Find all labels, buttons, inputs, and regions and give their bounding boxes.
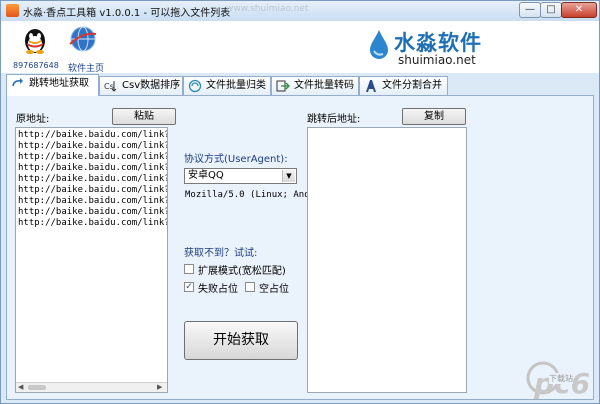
tab-file-transcode[interactable]: 文件批量转码 (271, 76, 359, 95)
fail-placeholder-label: 失败占位 (198, 284, 238, 295)
url-line: http://baike.baidu.com/link?url (18, 185, 167, 195)
source-address-label: 原地址: (16, 114, 50, 125)
url-line: http://baike.baidu.com/link?url (18, 152, 167, 162)
fail-placeholder-checkbox[interactable]: ✓ (184, 282, 194, 292)
fallback-label: 获取不到？试试: (184, 248, 258, 259)
tab-label: 文件批量归类 (206, 80, 266, 91)
minimize-button[interactable]: — (519, 2, 541, 18)
brand-url: shuimiao.net (398, 53, 476, 67)
scroll-thumb[interactable] (28, 385, 46, 390)
tab-label: Csv数据排序 (122, 80, 181, 91)
url-line: http://baike.baidu.com/link?url (18, 141, 167, 151)
transcode-icon (276, 80, 290, 92)
tab-label: 跳转地址获取 (29, 78, 89, 89)
app-window: 水淼·香点工具箱 v1.0.0.1 - 可以拖入文件列表 www.shuimia… (0, 0, 600, 404)
qq-number-link[interactable]: 897687648 (13, 61, 59, 70)
water-drop-logo-icon (370, 30, 388, 59)
protocol-select[interactable]: 安卓QQ ▼ (184, 168, 297, 184)
qq-penguin-icon[interactable] (21, 26, 49, 54)
url-line: http://baike.baidu.com/link?url (18, 163, 167, 173)
protocol-selected-value: 安卓QQ (188, 170, 224, 181)
source-url-textarea[interactable]: http://baike.baidu.com/link?url http://b… (15, 127, 168, 393)
scroll-right-icon[interactable]: ▶ (157, 383, 162, 392)
csv-icon: Cs (104, 81, 117, 92)
copy-button[interactable]: 复制 (402, 108, 466, 125)
maximize-button[interactable]: □ (540, 2, 562, 18)
window-title: 水淼·香点工具箱 v1.0.0.1 - 可以拖入文件列表 (23, 8, 231, 19)
close-button[interactable]: ✕ (561, 2, 597, 18)
tab-label: 文件分割合并 (382, 80, 442, 91)
tab-strip: 跳转地址获取 Cs Csv数据排序 文件批量归类 文件批量转码 文件分割合并 (1, 73, 599, 96)
tab-file-split-merge[interactable]: 文件分割合并 (359, 76, 448, 95)
split-merge-icon (366, 80, 376, 92)
tab-redirect-fetch[interactable]: 跳转地址获取 (6, 74, 99, 96)
header-band: 897687648 软件主页 水淼软件 shuimiao.net (1, 21, 599, 74)
globe-home-icon[interactable] (68, 24, 98, 54)
classify-icon (188, 79, 202, 93)
extended-mode-checkbox[interactable] (184, 264, 194, 274)
title-bar[interactable]: 水淼·香点工具箱 v1.0.0.1 - 可以拖入文件列表 www.shuimia… (1, 1, 599, 21)
result-address-label: 跳转后地址: (307, 114, 361, 125)
user-agent-string: Mozilla/5.0 (Linux; And (185, 190, 310, 200)
chevron-down-icon[interactable]: ▼ (282, 170, 295, 182)
extended-mode-label: 扩展模式(宽松匹配) (198, 266, 286, 277)
paste-button[interactable]: 粘贴 (112, 108, 176, 125)
watermark-subtext: 下载站 (549, 373, 573, 384)
horizontal-scrollbar[interactable]: ◀ ▶ (16, 382, 167, 392)
url-line: http://baike.baidu.com/link?url (18, 174, 167, 184)
tab-label: 文件批量转码 (294, 80, 354, 91)
url-line: http://baike.baidu.com/link?url (18, 207, 167, 217)
empty-placeholder-checkbox[interactable] (245, 282, 255, 292)
tab-csv-sort[interactable]: Cs Csv数据排序 (99, 76, 183, 95)
url-line: http://baike.baidu.com/link?url (18, 130, 167, 140)
scroll-left-icon[interactable]: ◀ (18, 383, 23, 392)
start-fetch-button[interactable]: 开始获取 (184, 321, 298, 360)
url-line: http://baike.baidu.com/link?url (18, 218, 167, 228)
app-icon (6, 4, 19, 17)
tab-file-classify[interactable]: 文件批量归类 (183, 76, 271, 95)
url-line: http://baike.baidu.com/link?url (18, 196, 167, 206)
empty-placeholder-label: 空占位 (259, 284, 289, 295)
protocol-label: 协议方式(UserAgent): (184, 154, 288, 165)
result-url-textarea[interactable] (307, 127, 467, 393)
title-ghost-text: www.shuimiao.net (226, 4, 309, 14)
redirect-icon (12, 78, 23, 87)
